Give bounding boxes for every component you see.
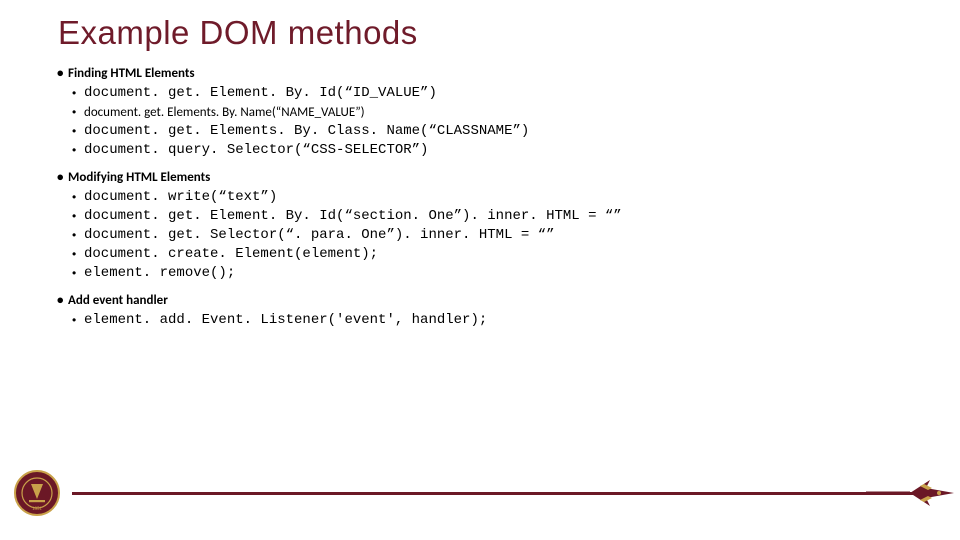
svg-text:1851: 1851 [32, 507, 43, 512]
section-heading-finding: Finding HTML Elements [68, 66, 902, 81]
list-item: document. get. Element. By. Id(“ID_VALUE… [84, 84, 902, 103]
section-events-list: element. add. Event. Listener('event', h… [68, 311, 902, 330]
list-item: document. get. Elements. By. Class. Name… [84, 122, 902, 141]
list-item: element. add. Event. Listener('event', h… [84, 311, 902, 330]
section-heading-modifying: Modifying HTML Elements [68, 170, 902, 185]
section-finding-list: document. get. Element. By. Id(“ID_VALUE… [68, 84, 902, 160]
list-item: document. create. Element(element); [84, 245, 902, 264]
section-finding: Finding HTML Elements document. get. Ele… [68, 66, 902, 160]
list-item: document. get. Selector(“. para. One”). … [84, 226, 902, 245]
slide-title: Example DOM methods [58, 14, 902, 52]
slide: Example DOM methods Finding HTML Element… [0, 0, 960, 540]
list-item: document. get. Element. By. Id(“section.… [84, 207, 902, 226]
section-heading-events: Add event handler [68, 293, 902, 308]
list-item: document. get. Elements. By. Name(“NAME_… [84, 103, 902, 122]
section-modifying: Modifying HTML Elements document. write(… [68, 170, 902, 283]
spear-icon [866, 476, 954, 510]
list-item: element. remove(); [84, 264, 902, 283]
list-item: document. query. Selector(“CSS-SELECTOR”… [84, 141, 902, 160]
slide-footer: 1851 [0, 470, 960, 516]
section-events: Add event handler element. add. Event. L… [68, 293, 902, 330]
section-modifying-list: document. write(“text”) document. get. E… [68, 188, 902, 283]
footer-divider [72, 492, 914, 495]
fsu-seal-icon: 1851 [14, 470, 60, 516]
list-item: document. write(“text”) [84, 188, 902, 207]
